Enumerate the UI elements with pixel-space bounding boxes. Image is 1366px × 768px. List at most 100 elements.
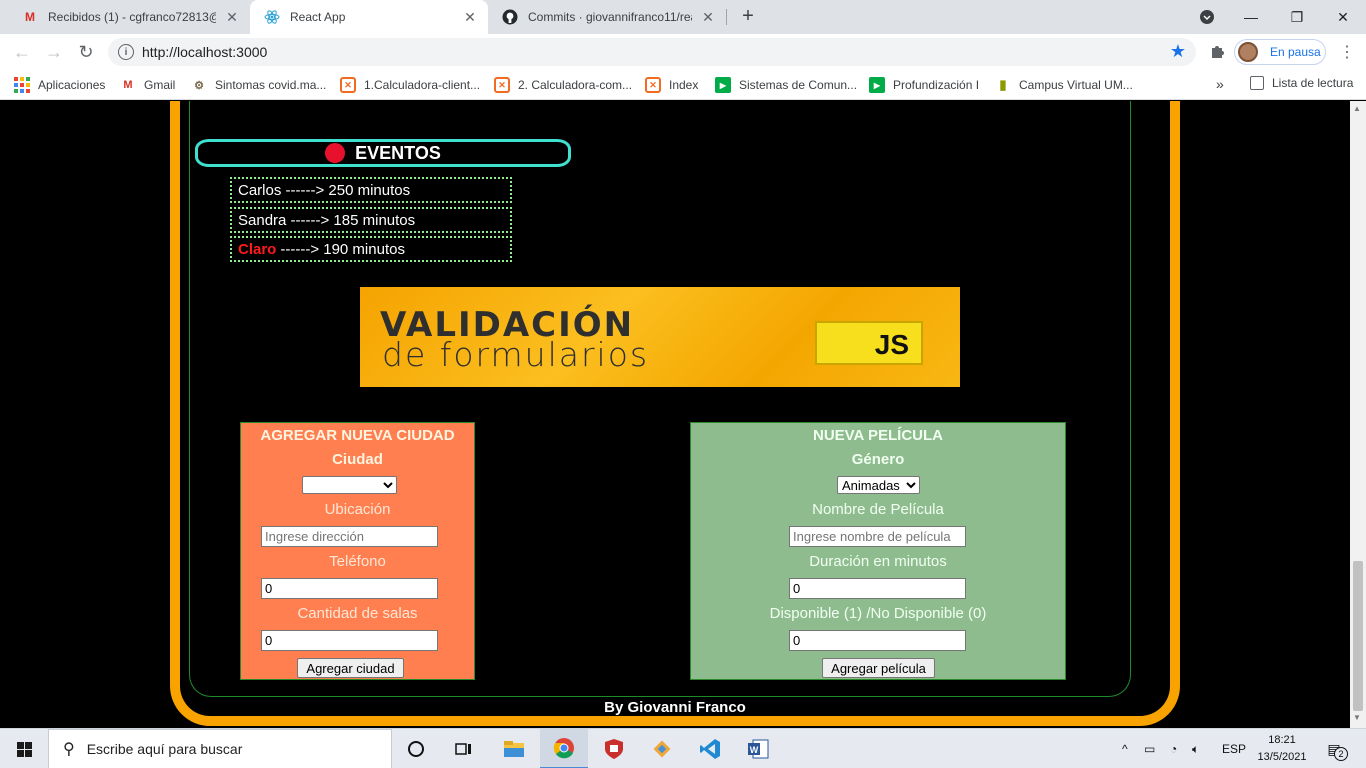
show-hidden-icons[interactable]: ^ bbox=[1122, 729, 1128, 768]
validacion-banner-image: VALIDACIÓN de formularios JS bbox=[360, 287, 960, 387]
tab-search-icon[interactable] bbox=[1184, 0, 1230, 34]
profile-button[interactable]: En pausa bbox=[1234, 39, 1326, 65]
xampp-icon: ✕ bbox=[645, 77, 661, 93]
clock[interactable]: 18:21 13/5/2021 bbox=[1252, 732, 1312, 766]
bookmark-label: 2. Calculadora-com... bbox=[518, 78, 633, 92]
city-form-title: AGREGAR NUEVA CIUDAD bbox=[260, 427, 455, 444]
language-indicator[interactable]: ESP bbox=[1222, 729, 1246, 768]
new-tab-icon[interactable]: + bbox=[737, 5, 759, 27]
genero-label: Género bbox=[851, 451, 905, 468]
close-tab-icon[interactable]: ✕ bbox=[224, 9, 240, 25]
movie-form-title: NUEVA PELÍCULA bbox=[812, 427, 943, 444]
ciudad-select[interactable] bbox=[302, 476, 397, 494]
covid-site-icon: ⚙ bbox=[194, 79, 204, 92]
cortana-icon[interactable] bbox=[392, 729, 440, 768]
reading-list-icon bbox=[1250, 76, 1264, 90]
clock-time: 18:21 bbox=[1268, 734, 1296, 746]
tab-react-app[interactable]: React App ✕ bbox=[250, 0, 488, 34]
tab-gmail[interactable]: M Recibidos (1) - cgfranco72813@u ✕ bbox=[8, 0, 250, 34]
search-placeholder: Escribe aquí para buscar bbox=[86, 741, 243, 757]
bookmark-label: Index bbox=[669, 78, 699, 92]
js-badge: JS bbox=[815, 321, 923, 365]
bookmark-index[interactable]: ✕ Index bbox=[645, 76, 698, 94]
volume-icon[interactable]: 🔈︎ bbox=[1192, 729, 1199, 768]
extensions-puzzle-icon[interactable] bbox=[1208, 42, 1226, 60]
svg-text:W: W bbox=[750, 745, 759, 755]
telefono-input[interactable] bbox=[261, 578, 438, 599]
minimize-icon[interactable]: — bbox=[1228, 0, 1274, 34]
duracion-input[interactable] bbox=[789, 578, 966, 599]
gmail-icon: M bbox=[123, 79, 133, 91]
tab-github-commits[interactable]: Commits · giovannifranco11/reac ✕ bbox=[488, 0, 726, 34]
salas-label: Cantidad de salas bbox=[297, 605, 418, 622]
tab-title: React App bbox=[290, 10, 346, 24]
bookmark-label: Aplicaciones bbox=[38, 78, 106, 92]
scroll-down-icon[interactable]: ▼ bbox=[1353, 713, 1361, 722]
salas-input[interactable] bbox=[261, 630, 438, 651]
disponible-input[interactable] bbox=[789, 630, 966, 651]
task-view-icon[interactable] bbox=[440, 729, 488, 768]
tab-title: Commits · giovannifranco11/reac bbox=[528, 10, 692, 24]
wifi-icon[interactable]: ◔ bbox=[1170, 729, 1177, 768]
taskbar-search-box[interactable]: ⚲ Escribe aquí para buscar bbox=[48, 729, 392, 768]
address-bar[interactable]: i http://localhost:3000 ★ bbox=[108, 38, 1196, 66]
reading-list-button[interactable]: Lista de lectura bbox=[1250, 76, 1353, 90]
close-tab-icon[interactable]: ✕ bbox=[700, 9, 716, 25]
react-icon bbox=[264, 9, 280, 25]
url-text[interactable]: http://localhost:3000 bbox=[142, 44, 267, 60]
word-icon[interactable]: W bbox=[734, 729, 782, 768]
close-tab-icon[interactable]: ✕ bbox=[462, 9, 478, 25]
forward-icon[interactable]: → bbox=[42, 40, 66, 64]
back-icon[interactable]: ← bbox=[10, 40, 34, 64]
notifications-count: 2 bbox=[1334, 747, 1348, 761]
browser-menu-icon[interactable]: ⋮ bbox=[1338, 42, 1356, 62]
bookmark-apps[interactable]: Aplicaciones bbox=[14, 76, 105, 94]
telefono-label: Teléfono bbox=[329, 553, 386, 570]
file-explorer-icon[interactable] bbox=[490, 729, 538, 768]
footer-credit: By Giovanni Franco bbox=[604, 699, 746, 716]
site-info-icon[interactable]: i bbox=[118, 44, 134, 60]
eventos-heading: EVENTOS bbox=[195, 139, 571, 167]
bookmark-star-icon[interactable]: ★ bbox=[1170, 41, 1186, 62]
ubicacion-input[interactable] bbox=[261, 526, 438, 547]
event-highlight: Claro bbox=[238, 240, 277, 258]
scrollbar-thumb[interactable] bbox=[1353, 561, 1363, 711]
git-app-icon[interactable] bbox=[638, 729, 686, 768]
bookmark-label: Sistemas de Comun... bbox=[739, 78, 858, 92]
campus-icon: ▮ bbox=[999, 77, 1007, 92]
shield-app-icon[interactable] bbox=[590, 729, 638, 768]
movie-form: NUEVA PELÍCULA Género Animadas Nombre de… bbox=[690, 422, 1066, 680]
xampp-icon: ✕ bbox=[340, 77, 356, 93]
bookmark-profundizacion[interactable]: ▶ Profundización I bbox=[869, 76, 979, 94]
maximize-icon[interactable]: ❐ bbox=[1274, 0, 1320, 34]
bookmark-calculadora-com[interactable]: ✕ 2. Calculadora-com... bbox=[494, 76, 632, 94]
city-form: AGREGAR NUEVA CIUDAD Ciudad Ubicación Te… bbox=[240, 422, 475, 680]
event-item: Claro ------> 190 minutos bbox=[230, 236, 512, 262]
bookmark-label: 1.Calculadora-client... bbox=[364, 78, 481, 92]
event-item: Carlos ------> 250 minutos bbox=[230, 177, 512, 203]
agregar-pelicula-button[interactable]: Agregar película bbox=[822, 658, 935, 678]
chrome-icon[interactable] bbox=[540, 729, 588, 768]
nombre-pelicula-input[interactable] bbox=[789, 526, 966, 547]
scroll-up-icon[interactable]: ▲ bbox=[1353, 104, 1361, 113]
battery-icon[interactable]: ▭ bbox=[1144, 729, 1155, 768]
vscode-icon[interactable] bbox=[686, 729, 734, 768]
more-bookmarks-icon[interactable]: » bbox=[1216, 76, 1224, 92]
genero-select[interactable]: Animadas bbox=[837, 476, 920, 494]
bookmark-sistemas-comunicacion[interactable]: ▶ Sistemas de Comun... bbox=[715, 76, 857, 94]
banner-line2: de formularios bbox=[382, 335, 650, 374]
reload-icon[interactable]: ↻ bbox=[74, 40, 98, 64]
agregar-ciudad-button[interactable]: Agregar ciudad bbox=[297, 658, 404, 678]
bookmark-calculadora-cliente[interactable]: ✕ 1.Calculadora-client... bbox=[340, 76, 480, 94]
start-button[interactable] bbox=[0, 729, 48, 768]
bookmark-label: Campus Virtual UM... bbox=[1019, 78, 1133, 92]
bookmark-sintomas-covid[interactable]: ⚙ Sintomas covid.ma... bbox=[191, 76, 326, 94]
page-scrollbar[interactable]: ▲ ▼ bbox=[1350, 101, 1366, 728]
ubicacion-label: Ubicación bbox=[324, 501, 391, 518]
close-window-icon[interactable]: ✕ bbox=[1320, 0, 1366, 34]
bookmark-gmail[interactable]: M Gmail bbox=[120, 76, 175, 94]
bookmark-campus-virtual[interactable]: ▮ Campus Virtual UM... bbox=[995, 76, 1133, 94]
ciudad-label: Ciudad bbox=[332, 451, 383, 468]
page-viewport: EVENTOS Carlos ------> 250 minutos Sandr… bbox=[0, 101, 1350, 728]
notifications-icon[interactable]: ▤ 2 bbox=[1320, 737, 1348, 761]
